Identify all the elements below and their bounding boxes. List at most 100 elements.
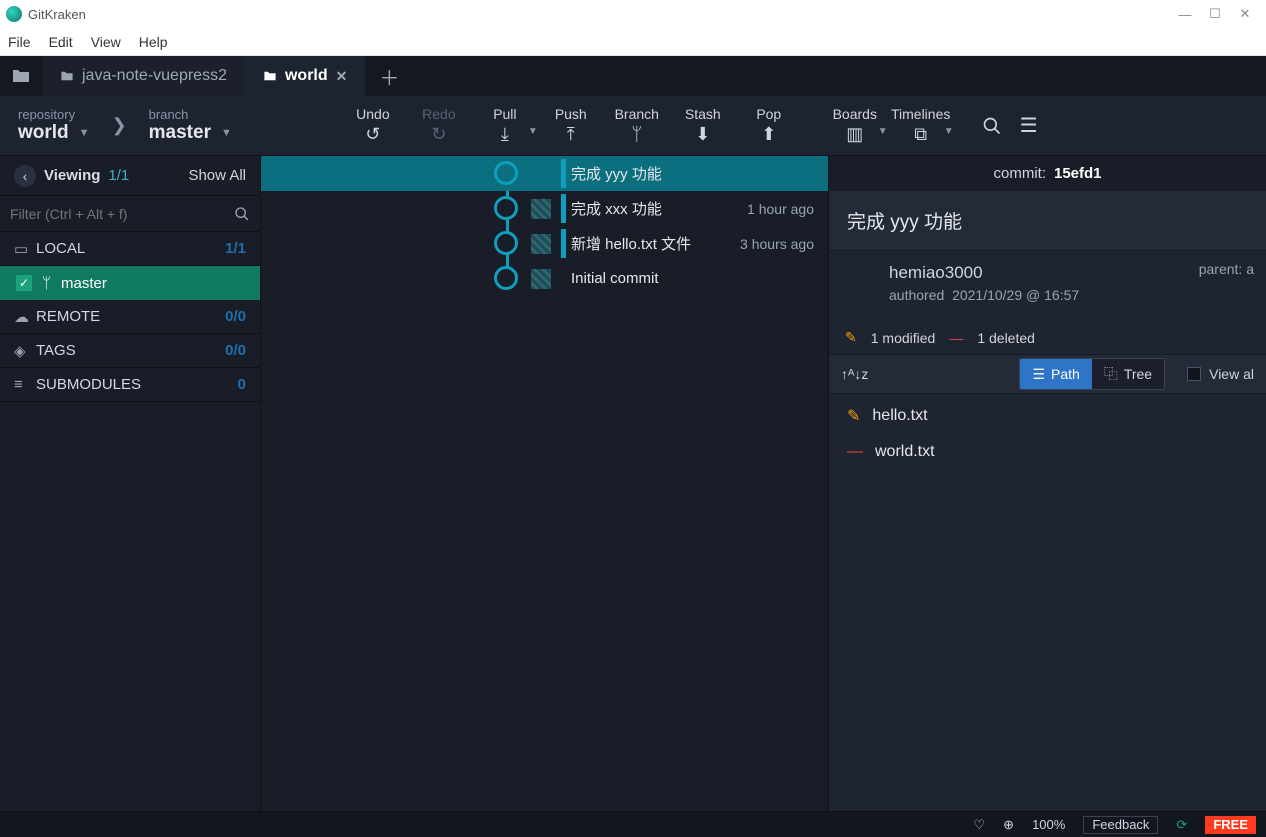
chevron-right-icon: ❯ <box>108 115 131 136</box>
laptop-icon: ▭ <box>14 240 36 258</box>
repo-value: world <box>18 122 69 144</box>
heart-icon[interactable]: ♡ <box>974 817 986 833</box>
commit-hash: 15efd1 <box>1054 165 1102 182</box>
minus-icon: — <box>847 443 863 461</box>
filter-input[interactable] <box>10 206 234 222</box>
content-area: ‹ Viewing 1/1 Show All ▭ LOCAL 1/1 ✓ ᛘ m… <box>0 156 1266 811</box>
authored-label: authored <box>889 287 944 303</box>
branch-button[interactable]: Branchᛘ <box>604 106 670 145</box>
tab-active-label: world <box>285 67 328 85</box>
sidebar-branch-master[interactable]: ✓ ᛘ master <box>0 266 260 300</box>
minus-icon: — <box>949 330 963 346</box>
section-submodules-label: SUBMODULES <box>36 376 141 393</box>
commit-bar <box>561 229 566 258</box>
tab-inactive-label: java-note-vuepress2 <box>82 67 227 85</box>
path-view-button[interactable]: ☰Path <box>1020 359 1091 389</box>
section-submodules[interactable]: ≡ SUBMODULES 0 <box>0 368 260 402</box>
file-name: hello.txt <box>872 407 927 425</box>
timelines-icon: ⧉ <box>888 124 954 145</box>
commit-row[interactable]: Initial commit <box>261 261 828 296</box>
show-all-button[interactable]: Show All <box>188 167 246 184</box>
file-row[interactable]: ✎ hello.txt <box>829 398 1266 434</box>
avatar <box>531 234 551 254</box>
hamburger-icon[interactable]: ☰ <box>1020 113 1038 138</box>
file-name: world.txt <box>875 443 935 461</box>
graph-node[interactable] <box>494 231 518 255</box>
undo-button[interactable]: Undo↺ <box>340 106 406 145</box>
section-remote[interactable]: ☁ REMOTE 0/0 <box>0 300 260 334</box>
file-view-tabs: ↑ᴬ↓ᴢ ☰Path ⿻Tree View al <box>829 354 1266 394</box>
graph-node[interactable] <box>494 266 518 290</box>
boards-icon: ▥ <box>822 124 888 145</box>
feedback-button[interactable]: Feedback <box>1083 816 1158 834</box>
close-tab-icon[interactable]: ✕ <box>336 68 348 85</box>
zoom-icon[interactable]: ⊕ <box>1003 817 1014 833</box>
repo-selector[interactable]: repository world▼ <box>0 101 108 150</box>
commit-row[interactable]: 完成 yyy 功能 <box>261 156 828 191</box>
pencil-icon: ✎ <box>847 406 860 426</box>
stash-button[interactable]: Stash⬇ <box>670 106 736 145</box>
file-row[interactable]: — world.txt <box>829 434 1266 470</box>
toolbar-actions: Undo↺ Redo↻ Pull⤓ ▼ Push⤒ Branchᛘ Stash⬇… <box>340 106 964 145</box>
push-button[interactable]: Push⤒ <box>538 106 604 145</box>
selector-bar: repository world▼ ❯ branch master▼ Undo↺… <box>0 96 1266 156</box>
tab-world[interactable]: world ✕ <box>245 56 365 96</box>
close-button[interactable]: ✕ <box>1230 6 1260 22</box>
pencil-icon: ✎ <box>845 329 857 346</box>
commit-msg: 完成 xxx 功能 <box>571 198 662 219</box>
view-all-toggle[interactable]: View al <box>1187 366 1254 382</box>
search-icon[interactable] <box>982 116 1002 136</box>
graph-node[interactable] <box>494 161 518 185</box>
commit-details-panel: commit: 15efd1 完成 yyy 功能 hemiao3000 auth… <box>828 156 1266 811</box>
app-title: GitKraken <box>28 7 86 22</box>
section-tags-label: TAGS <box>36 342 76 359</box>
repo-folder-icon[interactable] <box>0 68 42 84</box>
menu-bar: File Edit View Help <box>0 28 1266 56</box>
commit-bar <box>561 194 566 223</box>
menu-edit[interactable]: Edit <box>49 34 73 50</box>
chevron-down-icon: ▼ <box>221 127 232 139</box>
tab-java-note-vuepress2[interactable]: java-note-vuepress2 <box>42 56 245 96</box>
avatar <box>531 269 551 289</box>
viewing-count: 1/1 <box>108 167 129 184</box>
commit-row[interactable]: 新增 hello.txt 文件 3 hours ago <box>261 226 828 261</box>
pop-button[interactable]: Pop⬆ <box>736 106 802 145</box>
commit-time: 1 hour ago <box>747 201 814 217</box>
section-local[interactable]: ▭ LOCAL 1/1 <box>0 232 260 266</box>
new-tab-button[interactable]: ＋ <box>365 62 413 91</box>
tag-icon: ◈ <box>14 342 36 360</box>
commit-header: commit: 15efd1 <box>829 156 1266 191</box>
branch-selector[interactable]: branch master▼ <box>131 101 250 150</box>
sidebar: ‹ Viewing 1/1 Show All ▭ LOCAL 1/1 ✓ ᛘ m… <box>0 156 261 811</box>
remote-count: 0/0 <box>225 308 246 325</box>
redo-button[interactable]: Redo↻ <box>406 106 472 145</box>
pull-button[interactable]: Pull⤓ <box>472 106 538 145</box>
branch-label: branch <box>149 107 232 122</box>
sort-icon[interactable]: ↑ᴬ↓ᴢ <box>841 366 868 382</box>
maximize-button[interactable]: ☐ <box>1200 6 1230 22</box>
sync-icon[interactable]: ⟳ <box>1176 817 1187 833</box>
back-button[interactable]: ‹ <box>14 165 36 187</box>
minimize-button[interactable]: — <box>1170 7 1200 22</box>
graph-node[interactable] <box>494 196 518 220</box>
branch-icon: ᛘ <box>42 275 51 292</box>
commit-row[interactable]: 完成 xxx 功能 1 hour ago <box>261 191 828 226</box>
commit-author-box: hemiao3000 authored 2021/10/29 @ 16:57 p… <box>829 251 1266 321</box>
commit-label: commit: <box>993 165 1046 182</box>
menu-help[interactable]: Help <box>139 34 168 50</box>
avatar <box>531 199 551 219</box>
pop-icon: ⬆ <box>736 124 802 145</box>
status-bar: ♡ ⊕ 100% Feedback ⟳ FREE <box>0 811 1266 837</box>
timelines-button[interactable]: Timelines⧉ <box>888 106 954 145</box>
section-tags[interactable]: ◈ TAGS 0/0 <box>0 334 260 368</box>
tree-view-button[interactable]: ⿻Tree <box>1092 359 1164 389</box>
commit-msg: 完成 yyy 功能 <box>571 163 662 184</box>
free-badge: FREE <box>1205 816 1256 834</box>
repo-label: repository <box>18 107 90 122</box>
search-icon[interactable] <box>234 206 250 222</box>
modified-count: 1 modified <box>871 330 936 346</box>
tab-bar: java-note-vuepress2 world ✕ ＋ <box>0 56 1266 96</box>
menu-view[interactable]: View <box>91 34 121 50</box>
boards-button[interactable]: Boards▥ <box>822 106 888 145</box>
menu-file[interactable]: File <box>8 34 31 50</box>
